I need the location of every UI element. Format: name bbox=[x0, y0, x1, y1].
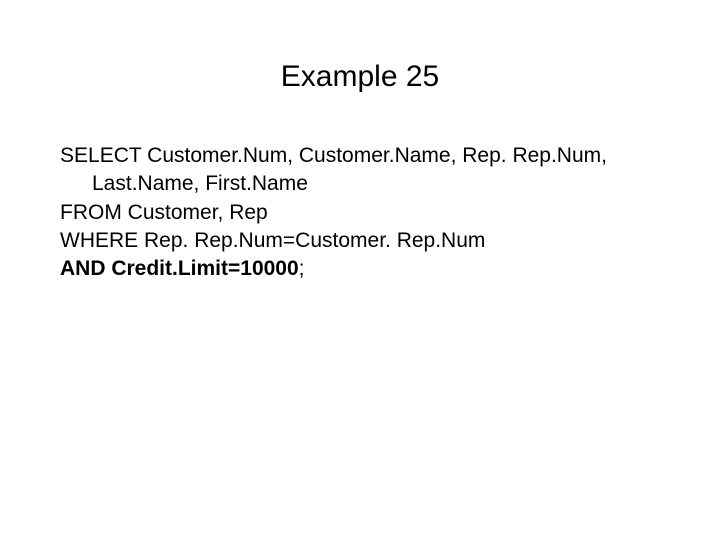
sql-line-5-rest: ; bbox=[299, 257, 305, 280]
sql-line-2: Last.Name, First.Name bbox=[92, 170, 660, 198]
sql-line-3: FROM Customer, Rep bbox=[60, 199, 660, 227]
sql-line-1: SELECT Customer.Num, Customer.Name, Rep.… bbox=[60, 142, 660, 170]
sql-line-5: AND Credit.Limit=10000; bbox=[60, 255, 660, 283]
keyword-and-clause: AND Credit.Limit=10000 bbox=[60, 257, 299, 280]
keyword-select: SELECT bbox=[60, 144, 141, 167]
sql-line-4-rest: Rep. Rep.Num=Customer. Rep.Num bbox=[138, 229, 485, 252]
sql-line-4: WHERE Rep. Rep.Num=Customer. Rep.Num bbox=[60, 227, 660, 255]
sql-line-1-rest: Customer.Num, Customer.Name, Rep. Rep.Nu… bbox=[141, 144, 607, 167]
keyword-from: FROM bbox=[60, 201, 122, 224]
sql-block: SELECT Customer.Num, Customer.Name, Rep.… bbox=[60, 142, 660, 284]
slide-title: Example 25 bbox=[60, 60, 660, 94]
slide: Example 25 SELECT Customer.Num, Customer… bbox=[0, 0, 720, 540]
keyword-where: WHERE bbox=[60, 229, 138, 252]
sql-line-3-rest: Customer, Rep bbox=[122, 201, 268, 224]
